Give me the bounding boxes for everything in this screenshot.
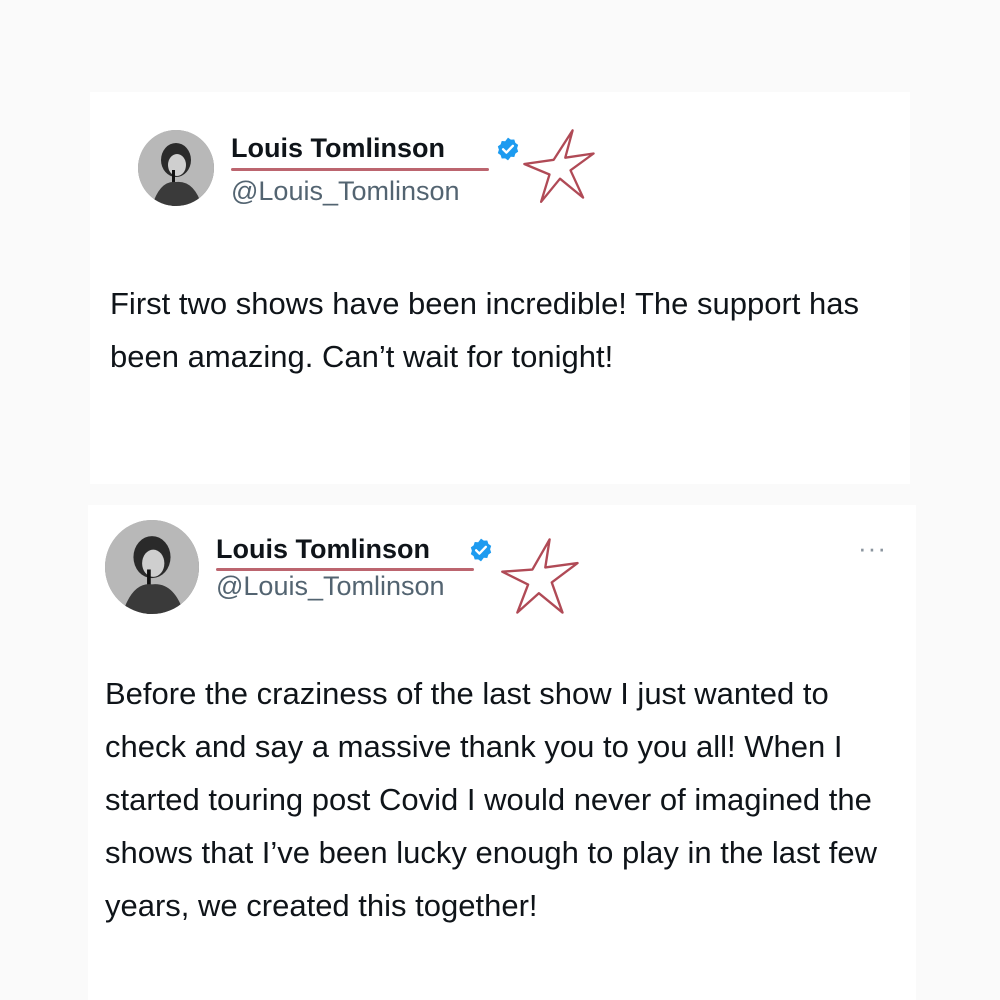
author-name[interactable]: Louis Tomlinson <box>216 534 430 565</box>
author-handle[interactable]: @Louis_Tomlinson <box>231 176 460 207</box>
highlighted-phrase: we created this together <box>198 888 529 923</box>
avatar-photo <box>105 520 199 614</box>
author-name[interactable]: Louis Tomlinson <box>231 133 445 164</box>
avatar[interactable] <box>138 130 214 206</box>
author-handle[interactable]: @Louis_Tomlinson <box>216 571 445 602</box>
avatar[interactable] <box>105 520 199 614</box>
tweet-text: First two shows have been incredible! Th… <box>110 277 870 383</box>
verified-badge-icon <box>470 538 492 562</box>
star-doodle-icon <box>523 129 595 203</box>
star-doodle-icon <box>501 538 579 614</box>
tweet-card-2: Louis Tomlinson @Louis_Tomlinson ··· Bef… <box>88 505 916 1000</box>
more-options-icon[interactable]: ··· <box>858 533 887 564</box>
tweet-text-part: ! <box>528 888 538 923</box>
avatar-photo <box>138 130 214 206</box>
tweet-text: Before the craziness of the last show I … <box>105 667 905 932</box>
name-underline-doodle <box>231 168 489 171</box>
tweet-card-1: Louis Tomlinson @Louis_Tomlinson First t… <box>90 92 910 484</box>
tweet-text-part: . Can’t wait for tonight! <box>304 339 614 374</box>
tweet-text-part: First two shows have been incredible! Th… <box>110 286 698 321</box>
tweet-text-part: Before the craziness of the last show I … <box>105 676 878 923</box>
